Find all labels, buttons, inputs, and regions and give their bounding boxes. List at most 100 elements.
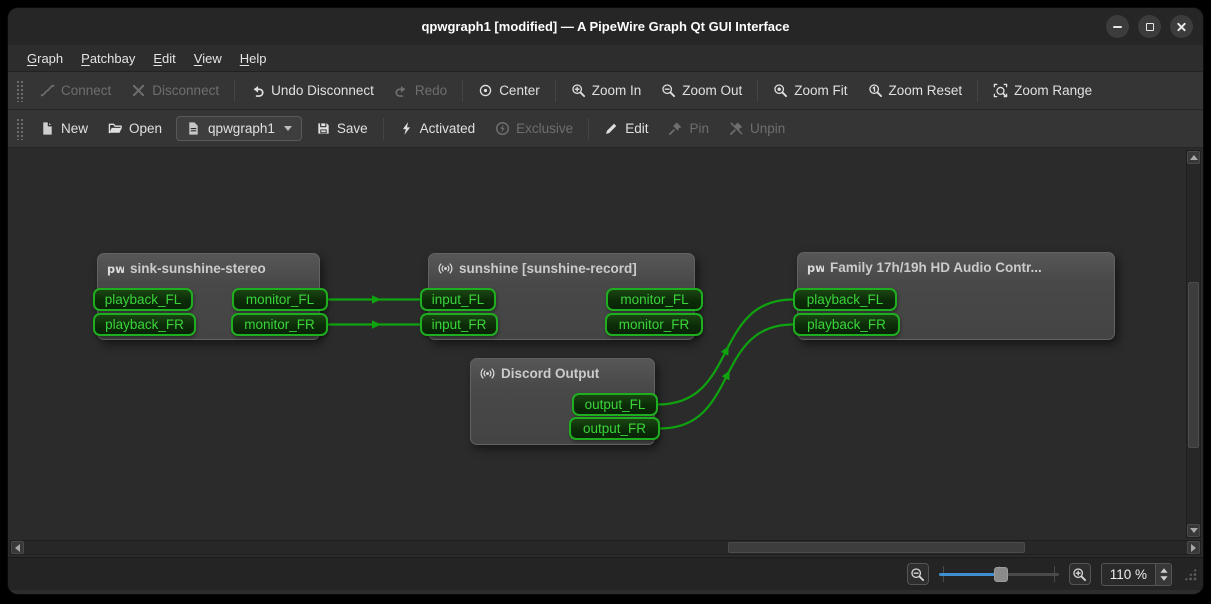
toolbar-label: Undo Disconnect [271, 83, 374, 98]
toolbar-handle[interactable] [16, 117, 24, 140]
maximize-icon [1145, 22, 1154, 31]
graph-canvas[interactable]: pw sink-sunshine-stereo playback_FL playbac… [8, 148, 1203, 557]
port-sink-sunshine-stereo-playback-fr[interactable]: playback_FR [93, 313, 196, 336]
port-sunshine-monitor-fl[interactable]: monitor_FL [606, 288, 703, 311]
horizontal-scroll-thumb[interactable] [727, 542, 1025, 553]
toolbar-button-connect[interactable]: Connect [30, 78, 121, 103]
zoom-in-icon [1072, 567, 1087, 582]
maximize-button[interactable] [1138, 15, 1161, 38]
toolbar-button-zoom-range[interactable]: Zoom Range [983, 78, 1102, 103]
toolbar-label: Unpin [749, 121, 786, 136]
exclusive-icon [495, 121, 510, 136]
node-header: sunshine [sunshine-record] [429, 254, 694, 283]
port-sink-sunshine-stereo-monitor-fl[interactable]: monitor_FL [232, 288, 328, 311]
toolbar-handle[interactable] [16, 79, 24, 102]
scroll-right-button[interactable] [1187, 541, 1200, 554]
toolbar-button-new[interactable]: New [30, 116, 98, 141]
zoom-value: 110 % [1109, 566, 1147, 582]
connection-arrow-icon [372, 295, 381, 304]
port-sink-sunshine-stereo-monitor-fr[interactable]: monitor_FR [231, 313, 328, 336]
scroll-up-button[interactable] [1187, 151, 1200, 164]
port-sink-sunshine-stereo-playback-fl[interactable]: playback_FL [93, 288, 193, 311]
zoom-reset-icon [868, 83, 883, 98]
connections-layer [328, 295, 794, 430]
toolbar-label: Save [336, 121, 368, 136]
port-sunshine-input-fr[interactable]: input_FR [420, 313, 498, 336]
toolbar-button-zoom-out[interactable]: Zoom Out [651, 78, 752, 103]
toolbar-label: Edit [625, 121, 649, 136]
zoom-slider[interactable] [938, 563, 1059, 585]
toolbar-button-center[interactable]: Center [468, 78, 550, 103]
toolbar-button-exclusive[interactable]: Exclusive [485, 116, 583, 141]
toolbar-button-pin[interactable]: Pin [658, 116, 719, 141]
node-title: Discord Output [501, 366, 600, 381]
toolbar-separator [234, 79, 236, 102]
port-sunshine-input-fl[interactable]: input_FL [420, 288, 496, 311]
svg-text:pw: pw [107, 262, 124, 276]
menu-item-edit[interactable]: Edit [144, 47, 184, 70]
resize-grip[interactable] [1184, 567, 1197, 581]
statusbar-zoom-in-button[interactable] [1068, 563, 1091, 585]
unpin-icon [729, 121, 744, 136]
titlebar: qpwgraph1 [modified] — A PipeWire Graph … [8, 8, 1203, 45]
toolbar-separator [382, 117, 384, 140]
toolbar-separator [554, 79, 556, 102]
menubar: Graph Patchbay Edit View Help [8, 45, 1203, 72]
node-title: Family 17h/19h HD Audio Contr... [830, 260, 1042, 275]
toolbar-button-activated[interactable]: Activated [389, 116, 486, 141]
toolbar-button-open[interactable]: Open [98, 116, 172, 141]
toolbar-button-save[interactable]: Save [306, 116, 378, 141]
connection-arrow-icon [720, 345, 729, 356]
toolbar-label: Disconnect [152, 83, 220, 98]
vertical-scroll-thumb[interactable] [1188, 281, 1199, 448]
scroll-left-button[interactable] [11, 541, 24, 554]
port-discord-output-output-fr[interactable]: output_FR [569, 417, 660, 440]
menu-item-graph[interactable]: Graph [18, 47, 72, 70]
spin-buttons[interactable] [1155, 563, 1171, 585]
toolbar-dropdown-qpwgraph1[interactable]: qpwgraph1 [176, 116, 302, 141]
close-button[interactable] [1170, 15, 1193, 38]
center-icon [478, 83, 493, 98]
zoom-fit-icon [773, 83, 788, 98]
patchbay-file-icon [186, 121, 201, 136]
toolbar-button-edit[interactable]: Edit [594, 116, 658, 141]
minimize-button[interactable] [1106, 15, 1129, 38]
toolbar-button-unpin[interactable]: Unpin [719, 116, 795, 141]
toolbar-button-undo-disconnect[interactable]: Undo Disconnect [240, 78, 384, 103]
statusbar: 110 % [8, 557, 1203, 590]
toolbar-button-zoom-in[interactable]: Zoom In [561, 78, 652, 103]
menu-item-patchbay[interactable]: Patchbay [72, 47, 144, 70]
toolbar-button-disconnect[interactable]: Disconnect [121, 78, 229, 103]
statusbar-zoom-out-button[interactable] [906, 563, 929, 585]
toolbar-separator [588, 117, 590, 140]
horizontal-scrollbar[interactable] [10, 540, 1201, 555]
svg-text:pw: pw [807, 261, 824, 275]
scroll-down-button[interactable] [1187, 524, 1200, 537]
connection-arrow-icon [721, 370, 730, 381]
menu-item-view[interactable]: View [185, 47, 231, 70]
node-title: sink-sunshine-stereo [130, 261, 266, 276]
zoom-spinbox[interactable]: 110 % [1100, 562, 1172, 586]
port-discord-output-output-fl[interactable]: output_FL [572, 393, 658, 416]
spin-down-icon[interactable] [1159, 575, 1168, 581]
activated-icon [399, 121, 414, 136]
pipewire-icon: pw [807, 261, 824, 275]
undo-icon [250, 83, 265, 98]
node-title: sunshine [sunshine-record] [459, 261, 637, 276]
port-family-hd-audio-playback-fl[interactable]: playback_FL [793, 288, 897, 311]
toolbar-button-zoom-reset[interactable]: Zoom Reset [858, 78, 973, 103]
slider-fill [938, 573, 1002, 576]
slider-handle[interactable] [994, 567, 1009, 582]
connection-arrow-icon [372, 320, 381, 329]
toolbar-label: Zoom In [591, 83, 642, 98]
toolbar-button-zoom-fit[interactable]: Zoom Fit [763, 78, 857, 103]
port-sunshine-monitor-fr[interactable]: monitor_FR [605, 313, 703, 336]
toolbar-button-redo[interactable]: Redo [384, 78, 457, 103]
spin-up-icon[interactable] [1159, 567, 1168, 573]
minimize-icon [1113, 25, 1122, 28]
connection-wire [659, 323, 794, 430]
menu-item-help[interactable]: Help [231, 47, 276, 70]
vertical-scrollbar[interactable] [1186, 150, 1201, 538]
port-family-hd-audio-playback-fr[interactable]: playback_FR [793, 313, 900, 336]
toolbar-label: Activated [419, 121, 476, 136]
